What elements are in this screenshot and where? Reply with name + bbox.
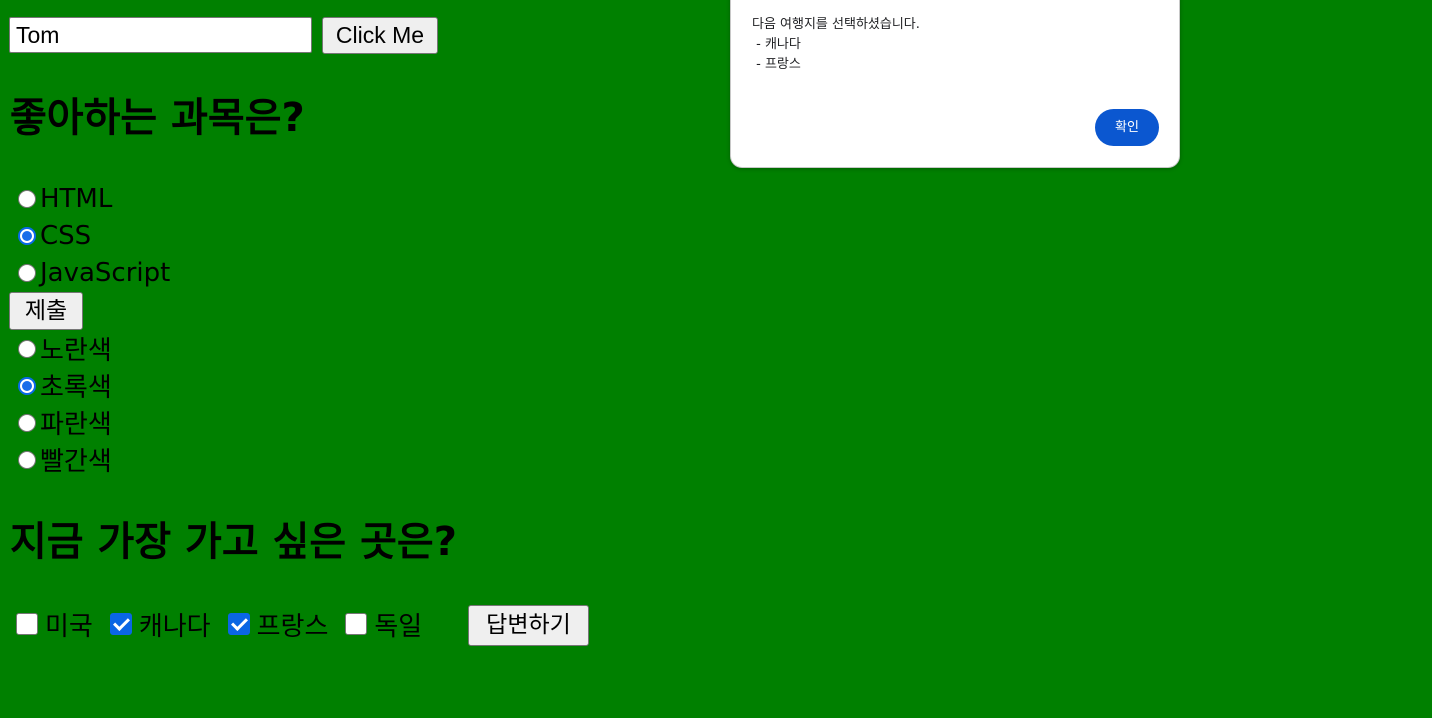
- alert-dialog: 다음 여행지를 선택하셨습니다. - 캐나다 - 프랑스 확인: [730, 0, 1180, 168]
- subject-option-html[interactable]: HTML: [18, 180, 112, 217]
- subject-radio-css[interactable]: [18, 226, 36, 245]
- color-radio-green[interactable]: [18, 376, 36, 395]
- color-option-label: 빨간색: [40, 447, 112, 477]
- subject-question-heading: 좋아하는 과목은?: [10, 95, 305, 141]
- place-options: 미국 캐나다 프랑스 독일: [16, 606, 439, 642]
- place-checkbox-usa[interactable]: [16, 613, 38, 635]
- color-radio-red[interactable]: [18, 450, 36, 469]
- place-option-label: 미국: [45, 611, 93, 642]
- subject-option-label: HTML: [40, 183, 113, 214]
- click-me-button[interactable]: Click Me: [322, 17, 438, 54]
- place-checkbox-germany[interactable]: [345, 613, 368, 635]
- color-option-red[interactable]: 빨간색: [18, 441, 112, 478]
- subject-option-css[interactable]: CSS: [18, 217, 91, 254]
- place-option-canada[interactable]: 캐나다: [109, 606, 211, 643]
- color-radio-yellow[interactable]: [18, 339, 36, 358]
- color-option-label: 노란색: [40, 336, 112, 366]
- submit-button[interactable]: 제출: [9, 292, 83, 330]
- color-option-green[interactable]: 초록색: [18, 367, 112, 404]
- place-option-france[interactable]: 프랑스: [227, 606, 329, 643]
- subject-radio-javascript[interactable]: [18, 263, 36, 282]
- place-option-label: 프랑스: [256, 611, 329, 642]
- dialog-ok-button[interactable]: 확인: [1095, 109, 1159, 146]
- place-checkbox-canada[interactable]: [109, 613, 132, 635]
- color-option-yellow[interactable]: 노란색: [18, 330, 112, 367]
- answer-button[interactable]: 답변하기: [468, 605, 589, 646]
- dialog-message: 다음 여행지를 선택하셨습니다. - 캐나다 - 프랑스: [752, 17, 920, 72]
- place-option-usa[interactable]: 미국: [16, 606, 93, 643]
- color-option-label: 파란색: [40, 410, 112, 440]
- color-option-blue[interactable]: 파란색: [18, 404, 112, 441]
- subject-option-javascript[interactable]: JavaScript: [18, 254, 170, 291]
- subject-radio-html[interactable]: [18, 189, 36, 208]
- color-radio-blue[interactable]: [18, 413, 36, 432]
- place-option-label: 독일: [374, 611, 423, 642]
- name-input[interactable]: [9, 17, 312, 53]
- color-option-label: 초록색: [40, 373, 112, 403]
- subject-option-label: CSS: [40, 220, 92, 251]
- place-question-heading: 지금 가장 가고 싶은 곳은?: [10, 519, 457, 565]
- place-checkbox-france[interactable]: [227, 613, 250, 635]
- place-option-germany[interactable]: 독일: [345, 606, 422, 643]
- subject-option-label: JavaScript: [40, 257, 171, 288]
- place-option-label: 캐나다: [138, 611, 211, 642]
